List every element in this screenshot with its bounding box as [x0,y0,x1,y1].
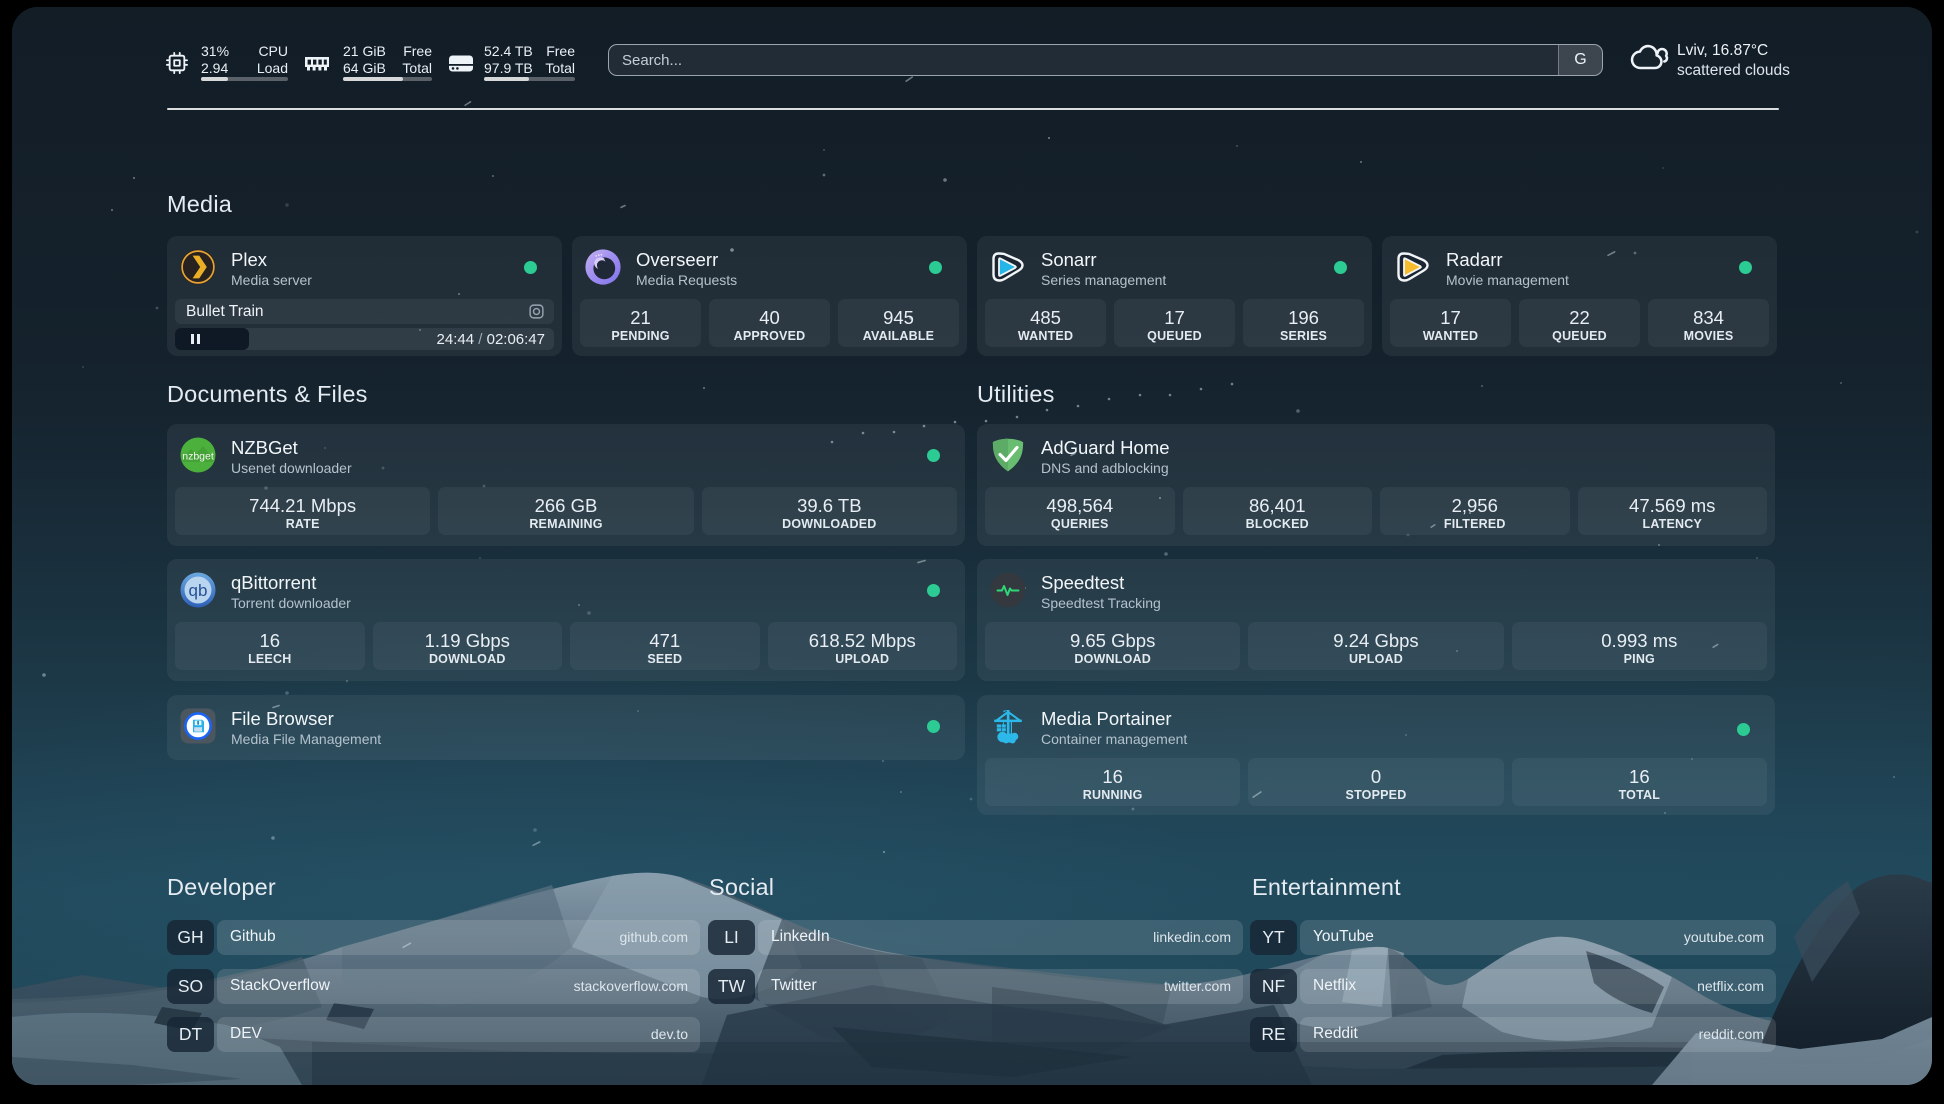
svg-text:qb: qb [189,581,208,600]
svg-text:nzbget: nzbget [182,451,214,463]
